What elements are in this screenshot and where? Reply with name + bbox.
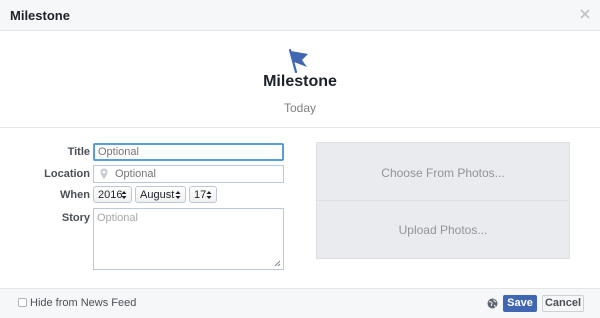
day-select[interactable]: 17 bbox=[189, 186, 217, 203]
location-label: Location bbox=[44, 168, 90, 180]
day-value: 17 bbox=[194, 189, 207, 201]
month-select[interactable]: August bbox=[135, 186, 186, 203]
location-input[interactable] bbox=[93, 165, 284, 183]
story-label: Story bbox=[61, 212, 90, 224]
upload-photos-button[interactable]: Upload Photos... bbox=[317, 223, 569, 237]
title-label: Title bbox=[67, 146, 90, 158]
milestone-heading: Milestone bbox=[263, 73, 337, 90]
year-value: 2016 bbox=[98, 189, 123, 201]
dialog-title: Milestone bbox=[10, 8, 70, 23]
dialog-footer: Hide from News Feed Save Cancel bbox=[0, 288, 600, 318]
map-pin-icon bbox=[100, 168, 108, 179]
story-placeholder: Optional bbox=[97, 212, 138, 224]
story-textarea[interactable]: Optional bbox=[93, 208, 284, 270]
month-value: August bbox=[140, 189, 175, 201]
choose-from-photos-button[interactable]: Choose From Photos... bbox=[317, 166, 569, 180]
hide-from-feed-checkbox[interactable] bbox=[18, 298, 27, 307]
hide-from-feed-label[interactable]: Hide from News Feed bbox=[30, 297, 136, 309]
milestone-dialog: Milestone Milestone Today Title Location… bbox=[0, 0, 600, 318]
milestone-date: Today bbox=[283, 101, 317, 115]
close-icon[interactable] bbox=[579, 8, 591, 20]
flag-icon bbox=[288, 48, 308, 74]
globe-icon[interactable] bbox=[487, 298, 498, 309]
title-input[interactable] bbox=[93, 143, 284, 161]
when-label: When bbox=[60, 189, 90, 201]
select-arrows-icon bbox=[175, 191, 181, 199]
photos-divider bbox=[317, 200, 569, 201]
cancel-button[interactable]: Cancel bbox=[542, 295, 584, 312]
dialog-header: Milestone bbox=[0, 0, 600, 31]
photo-chooser: Choose From Photos... Upload Photos... bbox=[316, 142, 570, 259]
select-arrows-icon bbox=[121, 191, 127, 199]
divider bbox=[0, 127, 600, 128]
save-button[interactable]: Save bbox=[503, 295, 537, 312]
year-select[interactable]: 2016 bbox=[93, 186, 132, 203]
resize-grip-icon[interactable] bbox=[274, 260, 281, 267]
select-arrows-icon bbox=[206, 191, 212, 199]
